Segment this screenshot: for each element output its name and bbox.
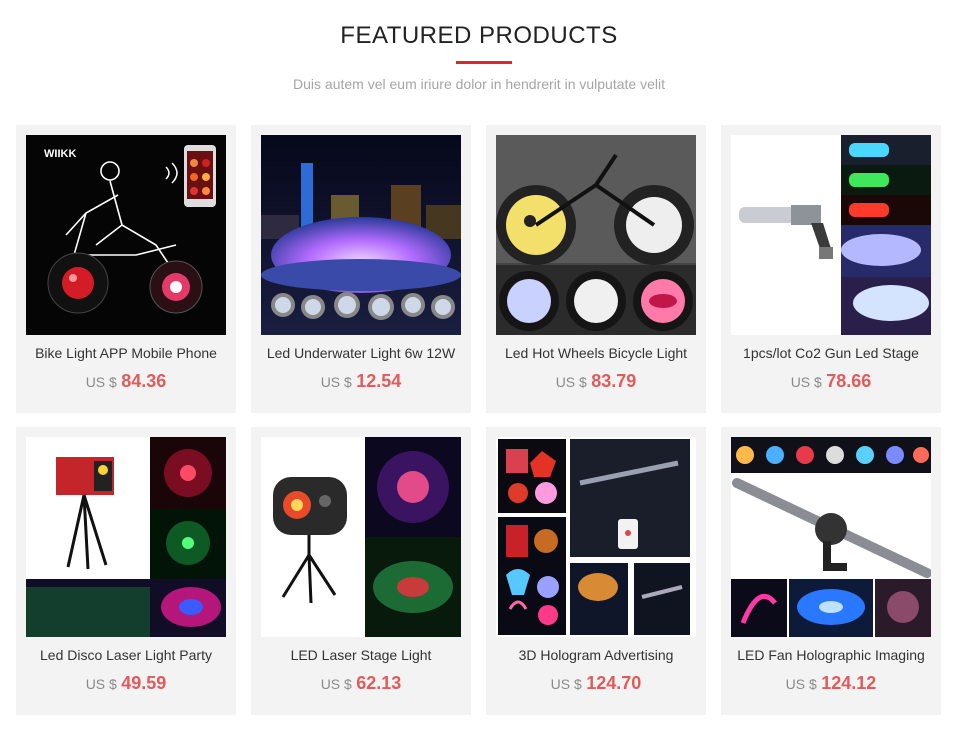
price-row: US $ 78.66 xyxy=(721,371,941,392)
product-image[interactable] xyxy=(26,437,226,637)
product-image[interactable] xyxy=(261,135,461,335)
product-price: 78.66 xyxy=(826,371,872,391)
product-name[interactable]: 1pcs/lot Co2 Gun Led Stage xyxy=(725,345,937,361)
currency-label: US $ xyxy=(320,374,352,390)
product-name[interactable]: Led Hot Wheels Bicycle Light xyxy=(490,345,702,361)
product-price: 84.36 xyxy=(121,371,167,391)
product-name[interactable]: LED Laser Stage Light xyxy=(255,647,467,663)
product-price: 83.79 xyxy=(591,371,637,391)
currency-label: US $ xyxy=(85,374,117,390)
title-underline xyxy=(456,61,512,64)
product-image[interactable] xyxy=(731,437,931,637)
product-card[interactable]: 1pcs/lot Co2 Gun Led Stage US $ 78.66 xyxy=(721,125,941,413)
product-name[interactable]: LED Fan Holographic Imaging xyxy=(725,647,937,663)
product-card[interactable]: LED Fan Holographic Imaging US $ 124.12 xyxy=(721,427,941,715)
product-card[interactable]: LED Laser Stage Light US $ 62.13 xyxy=(251,427,471,715)
currency-label: US $ xyxy=(320,676,352,692)
section-subtitle: Duis autem vel eum iriure dolor in hendr… xyxy=(293,76,665,92)
product-name[interactable]: Bike Light APP Mobile Phone xyxy=(20,345,232,361)
product-image[interactable] xyxy=(731,135,931,335)
underwater-light-image xyxy=(261,135,461,335)
brand-logo: WIIKK xyxy=(44,148,76,160)
laser-stage-light-image xyxy=(261,437,461,637)
price-row: US $ 83.79 xyxy=(486,371,706,392)
price-row: US $ 124.70 xyxy=(486,673,706,694)
price-row: US $ 62.13 xyxy=(251,673,471,694)
price-row: US $ 49.59 xyxy=(16,673,236,694)
currency-label: US $ xyxy=(550,676,582,692)
product-price: 124.12 xyxy=(821,673,877,693)
hologram-advertising-image xyxy=(496,437,696,637)
product-card[interactable]: 3D Hologram Advertising US $ 124.70 xyxy=(486,427,706,715)
section-header: FEATURED PRODUCTS Duis autem vel eum iri… xyxy=(0,0,958,110)
product-name[interactable]: Led Underwater Light 6w 12W xyxy=(255,345,467,361)
currency-label: US $ xyxy=(785,676,817,692)
product-image[interactable]: WIIKK xyxy=(26,135,226,335)
led-fan-hologram-image xyxy=(731,437,931,637)
product-price: 49.59 xyxy=(121,673,167,693)
product-card[interactable]: Led Disco Laser Light Party US $ 49.59 xyxy=(16,427,236,715)
price-row: US $ 12.54 xyxy=(251,371,471,392)
product-card[interactable]: Led Underwater Light 6w 12W US $ 12.54 xyxy=(251,125,471,413)
product-name[interactable]: Led Disco Laser Light Party xyxy=(20,647,232,663)
product-image[interactable] xyxy=(261,437,461,637)
product-name[interactable]: 3D Hologram Advertising xyxy=(490,647,702,663)
product-image[interactable] xyxy=(496,135,696,335)
currency-label: US $ xyxy=(790,374,822,390)
section-title: FEATURED PRODUCTS xyxy=(340,22,618,49)
currency-label: US $ xyxy=(85,676,117,692)
co2-gun-image xyxy=(731,135,931,335)
product-price: 124.70 xyxy=(586,673,642,693)
product-price: 12.54 xyxy=(356,371,402,391)
price-row: US $ 124.12 xyxy=(721,673,941,694)
product-price: 62.13 xyxy=(356,673,402,693)
product-card[interactable]: Led Hot Wheels Bicycle Light US $ 83.79 xyxy=(486,125,706,413)
price-row: US $ 84.36 xyxy=(16,371,236,392)
product-card[interactable]: WIIKK Bike Light APP Mobile Phone US $ 8… xyxy=(16,125,236,413)
hot-wheels-image xyxy=(496,135,696,335)
currency-label: US $ xyxy=(555,374,587,390)
disco-laser-image xyxy=(26,437,226,637)
product-image[interactable] xyxy=(496,437,696,637)
bike-light-image: WIIKK xyxy=(26,135,226,335)
